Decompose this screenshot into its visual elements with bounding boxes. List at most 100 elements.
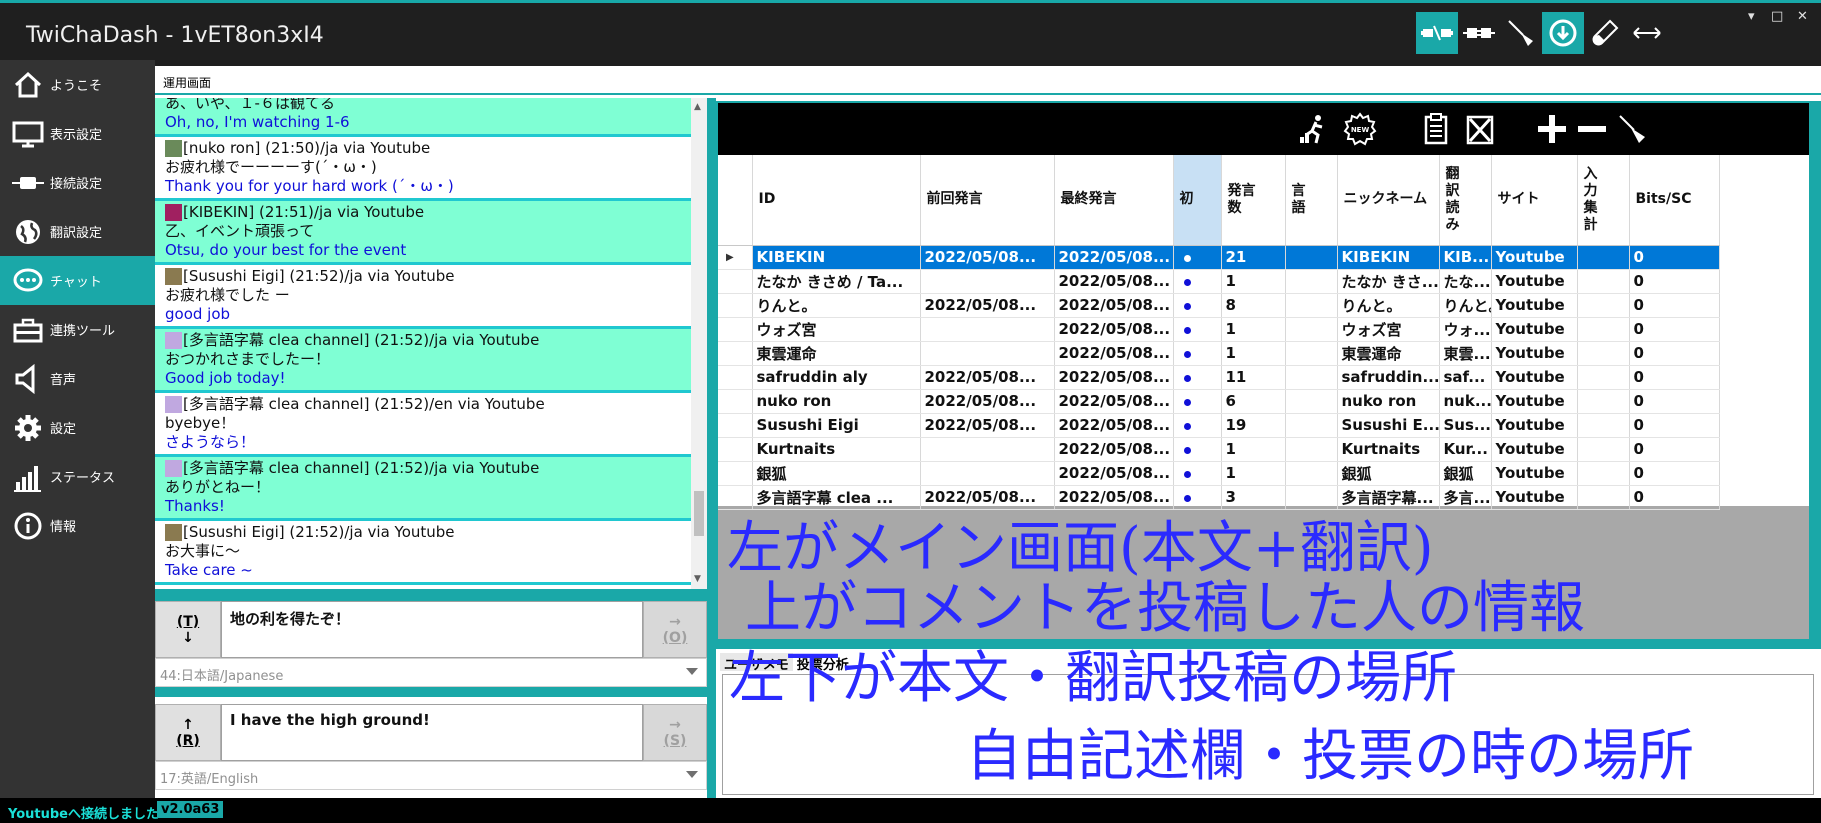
language-select-2[interactable]: 17:英語/English <box>155 761 707 790</box>
table-cell: 0 <box>1629 317 1720 342</box>
disconnect-icon[interactable] <box>1416 12 1458 54</box>
clear-list-icon[interactable] <box>1462 111 1498 147</box>
translate-up-button[interactable]: ↑ (R) <box>155 704 221 761</box>
sidebar-item-status[interactable]: ステータス <box>0 452 155 501</box>
column-header[interactable]: 発言 数 <box>1221 155 1286 246</box>
column-header[interactable]: 言 語 <box>1285 155 1338 246</box>
sidebar-item-translation[interactable]: 翻訳設定 <box>0 207 155 256</box>
column-header[interactable]: 入 力 集 計 <box>1577 155 1630 246</box>
chat-log[interactable]: あ、いや、１-６は観てる Oh, no, I'm watching 1-6 [nuk… <box>155 98 707 589</box>
maximize-button[interactable]: □ <box>1771 9 1783 24</box>
sidebar-item-welcome[interactable]: ようこそ <box>0 60 155 109</box>
table-cell: Youtube <box>1491 437 1578 462</box>
column-header[interactable]: 初 <box>1173 155 1222 246</box>
resize-horizontal-icon[interactable] <box>1626 12 1668 54</box>
sidebar-item-settings[interactable]: 設定 <box>0 403 155 452</box>
table-cell <box>1577 437 1630 462</box>
row-indicator <box>718 413 753 438</box>
table-row[interactable]: 東雲運命 2022/05/08... 1 東雲運命 東雲... Youtube 0 <box>718 341 1720 366</box>
minus-icon[interactable] <box>1574 111 1610 147</box>
table-row[interactable]: Kurtnaits 2022/05/08... 1 Kurtnaits Kur... Yo… <box>718 437 1720 462</box>
chat-message[interactable]: [nuko ron] (21:50)/ja via Youtube お疲れ様でーー… <box>155 137 707 201</box>
chat-original-text: あ、いや、１-６は観てる <box>165 98 335 112</box>
language-select-1[interactable]: 44:日本語/Japanese <box>155 658 707 687</box>
translate-down-button[interactable]: (T) ↓ <box>155 601 221 658</box>
tab-operation[interactable]: 運用画面 <box>163 74 211 91</box>
sidebar-item-info[interactable]: 情報 <box>0 501 155 550</box>
table-cell <box>1173 413 1222 438</box>
table-cell <box>1285 461 1338 486</box>
chevron-down-icon <box>686 771 698 778</box>
sidebar-item-chat[interactable]: チャット <box>0 256 155 305</box>
first-post-dot-icon <box>1183 303 1191 310</box>
column-header[interactable]: Bits/SC <box>1629 155 1720 246</box>
table-row[interactable]: nuko ron 2022/05/08... 2022/05/08... 6 nuko … <box>718 389 1720 414</box>
sidebar-item-connection[interactable]: 接続設定 <box>0 158 155 207</box>
table-cell: Kurtnaits <box>752 437 921 462</box>
chat-message[interactable]: あ、いや、１-６は観てる Oh, no, I'm watching 1-6 <box>155 98 707 137</box>
sidebar-item-tools[interactable]: 連携ツール <box>0 305 155 354</box>
row-indicator <box>718 437 753 462</box>
post-button-o[interactable]: → (O) <box>643 601 707 658</box>
column-header[interactable]: ニックネーム <box>1337 155 1440 246</box>
table-row[interactable]: 多言語字幕 clea ... 2022/05/08... 2022/05/08...… <box>718 485 1720 510</box>
table-cell: 2022/05/08... <box>1054 317 1174 342</box>
chat-message[interactable]: [多言語字幕 clea channel] (21:52)/ja via Yout… <box>155 457 707 521</box>
table-cell: 東雲... <box>1439 341 1492 366</box>
annotation-line-1: 左がメイン画面(本文+翻訳) <box>727 516 1434 581</box>
runner-icon[interactable] <box>1296 111 1332 147</box>
column-header[interactable]: ID <box>752 155 921 246</box>
table-cell: 6 <box>1221 389 1286 414</box>
table-cell: りんと。 <box>1439 293 1492 318</box>
scroll-down-icon[interactable]: ▼ <box>694 574 701 584</box>
globe-icon <box>10 214 46 250</box>
test-tube-icon[interactable] <box>1584 12 1626 54</box>
post-button-s[interactable]: → (S) <box>643 704 707 761</box>
input-panel-japanese: (T) ↓ 地の利を得たぞ！ → (O) 44:日本語/Japanese <box>155 601 707 687</box>
table-row[interactable]: 銀狐 2022/05/08... 1 銀狐 銀狐 Youtube 0 <box>718 461 1720 486</box>
table-cell: 0 <box>1629 485 1720 510</box>
table-cell <box>1173 365 1222 390</box>
column-header[interactable]: 翻 訳 読 み <box>1439 155 1492 246</box>
clipboard-icon[interactable] <box>1418 111 1454 147</box>
table-cell: 2022/05/08... <box>920 413 1055 438</box>
table-row[interactable]: safruddin aly 2022/05/08... 2022/05/08... 1… <box>718 365 1720 390</box>
column-header[interactable]: 前回発言 <box>920 155 1055 246</box>
vertical-splitter[interactable] <box>707 98 716 798</box>
minimize-button[interactable]: ▾ <box>1748 9 1755 24</box>
annotation-line-3: 左下が本文・翻訳投稿の場所 <box>729 646 1457 711</box>
table-cell: nuko ron <box>752 389 921 414</box>
new-badge-icon[interactable]: NEW <box>1342 111 1378 147</box>
plus-icon[interactable] <box>1534 111 1570 147</box>
chat-message[interactable]: [多言語字幕 clea channel] (21:52)/ja via Yout… <box>155 329 707 393</box>
close-button[interactable]: ✕ <box>1797 9 1808 24</box>
column-header[interactable]: 最終発言 <box>1054 155 1174 246</box>
table-row[interactable]: りんと。2022/05/08...2022/05/08...8りんと。りんと。Y… <box>718 293 1720 318</box>
broom-icon[interactable] <box>1500 12 1542 54</box>
download-icon[interactable] <box>1542 12 1584 54</box>
first-post-dot-icon <box>1183 327 1191 334</box>
japanese-input[interactable]: 地の利を得たぞ！ <box>221 601 643 658</box>
table-cell <box>1577 461 1630 486</box>
table-row[interactable]: ▶ KIBEKIN 2022/05/08... 2022/05/08... 21 KIBE… <box>718 245 1720 270</box>
table-row[interactable]: ウォズ宮 2022/05/08... 1 ウォズ宮 ウォ... Youtube 0 <box>718 317 1720 342</box>
chat-message-header: [Susushi Eigi] (21:52)/ja via Youtube <box>165 267 707 286</box>
plug-icon[interactable] <box>1458 12 1500 54</box>
scroll-thumb[interactable] <box>694 491 704 536</box>
table-row[interactable]: Susushi Eigi 2022/05/08... 2022/05/08... 19… <box>718 413 1720 438</box>
chat-message[interactable]: [Susushi Eigi] (21:52)/ja via Youtube お疲れ… <box>155 265 707 329</box>
table-cell: 東雲運命 <box>1337 341 1440 366</box>
table-row[interactable]: たなか きさめ / Ta... 2022/05/08... 1 たなか きさ... たな… <box>718 269 1720 294</box>
user-table[interactable]: ID 前回発言 最終発言初発言 数言 語ニックネーム翻 訳 読 みサイト入 力 集 … <box>718 155 1809 510</box>
broom-icon[interactable] <box>1614 111 1650 147</box>
english-input[interactable]: I have the high ground! <box>221 704 643 761</box>
chat-message-header: [多言語字幕 clea channel] (21:52)/ja via Yout… <box>165 331 707 350</box>
sidebar-item-display[interactable]: 表示設定 <box>0 109 155 158</box>
scroll-up-icon[interactable]: ▲ <box>694 102 701 112</box>
sidebar-item-audio[interactable]: 音声 <box>0 354 155 403</box>
column-header[interactable]: サイト <box>1491 155 1578 246</box>
chat-message[interactable]: [多言語字幕 clea channel] (21:52)/en via Yout… <box>155 393 707 457</box>
chat-message[interactable]: [Susushi Eigi] (21:52)/ja via Youtube お大事… <box>155 521 707 585</box>
chat-message[interactable]: [KIBEKIN] (21:51)/ja via Youtube 乙、イベント頑張… <box>155 201 707 265</box>
chat-scrollbar[interactable]: ▲ ▼ <box>691 98 707 589</box>
